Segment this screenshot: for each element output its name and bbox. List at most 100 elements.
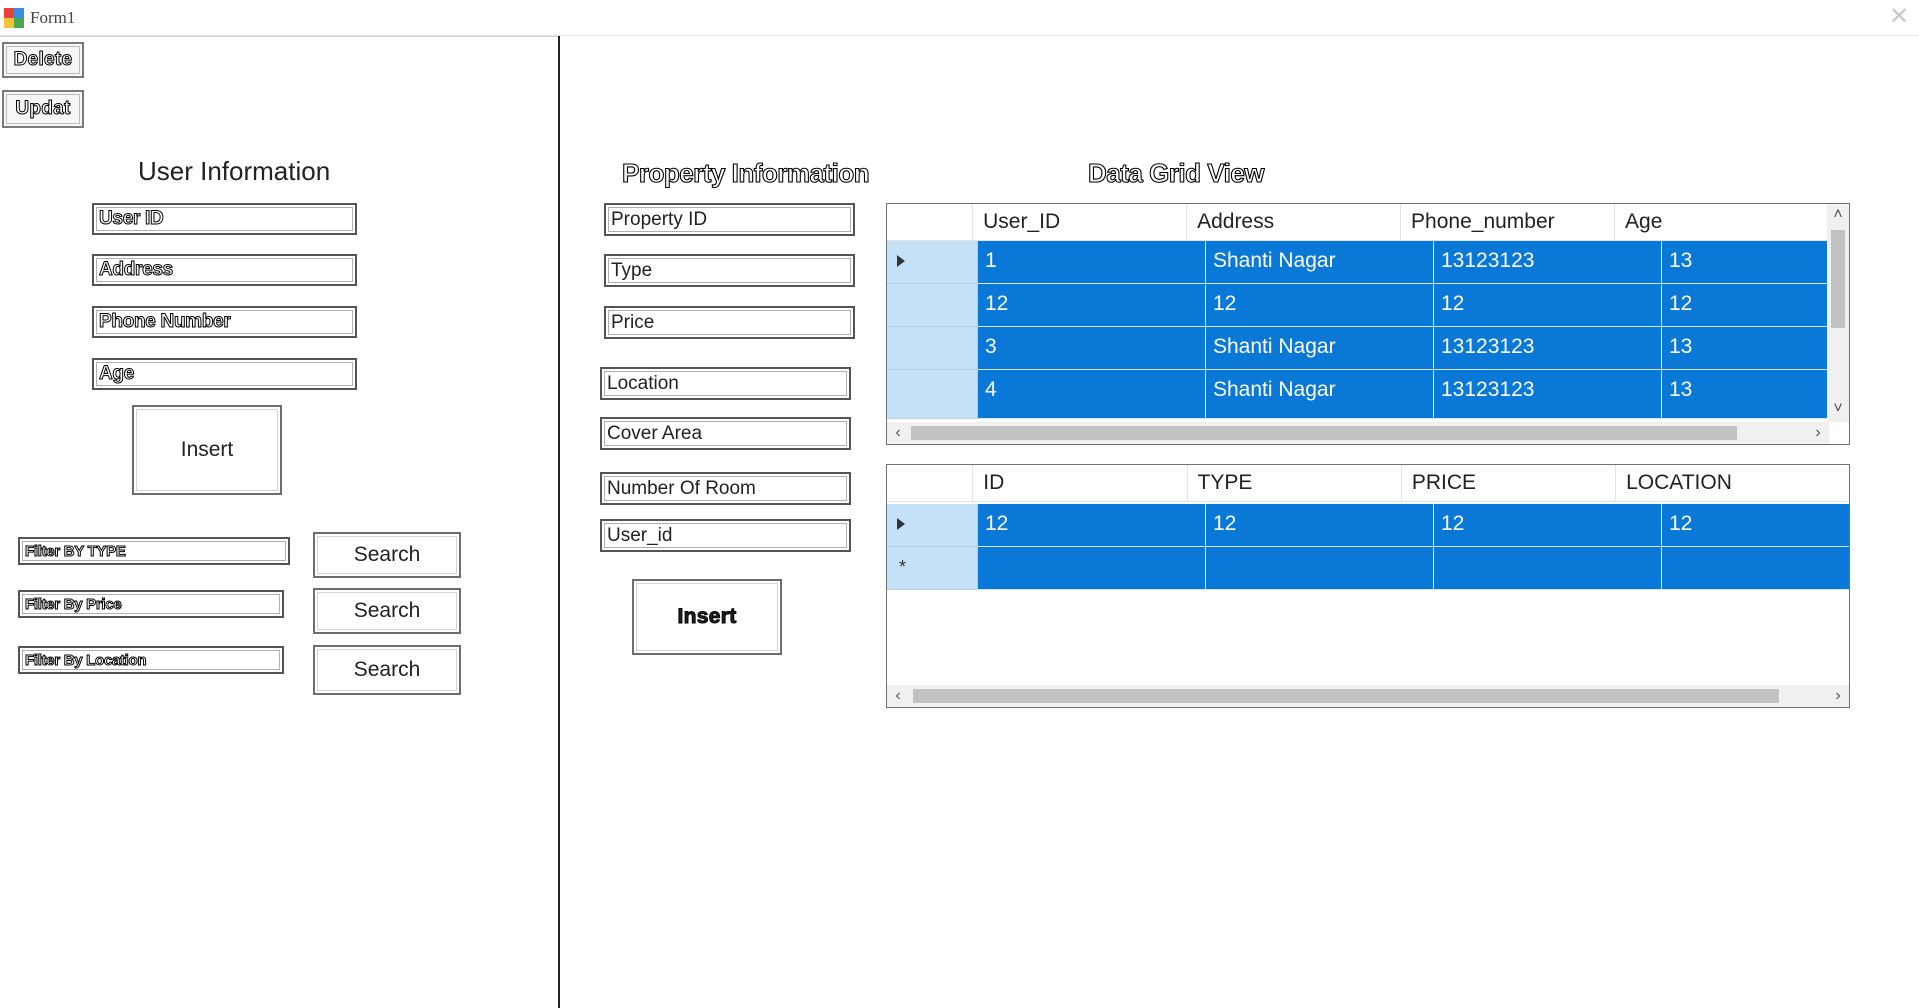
filter-type-field[interactable]: Filter BY TYPE — [18, 537, 290, 565]
scroll-left-icon[interactable]: ‹ — [887, 422, 909, 444]
address-field[interactable]: Address — [92, 254, 357, 286]
vertical-divider — [558, 36, 560, 1008]
scroll-left-icon[interactable]: ‹ — [887, 685, 909, 707]
table-cell[interactable]: 12 — [978, 284, 1206, 327]
table-row[interactable]: 1 Shanti Nagar 13123123 13 — [887, 241, 1849, 284]
table-cell[interactable]: 1 — [978, 241, 1206, 284]
table-cell[interactable] — [1662, 547, 1849, 590]
table-cell[interactable]: 13123123 — [1434, 370, 1662, 419]
column-header[interactable]: LOCATION — [1616, 465, 1849, 501]
column-header[interactable]: Phone_number — [1401, 204, 1616, 240]
age-field[interactable]: Age — [92, 358, 357, 390]
title-bar — [0, 0, 1919, 36]
user-info-heading: User Information — [138, 156, 331, 186]
row-header[interactable]: * — [887, 547, 978, 590]
table-cell[interactable]: 12 — [1206, 284, 1434, 327]
scroll-thumb[interactable] — [913, 689, 1779, 703]
table-cell[interactable] — [1434, 547, 1662, 590]
number-of-room-text: Number Of Room — [607, 477, 756, 499]
scroll-up-icon[interactable]: ˄ — [1827, 204, 1849, 226]
row-header[interactable] — [887, 241, 978, 284]
user-insert-button[interactable]: Insert — [132, 405, 282, 495]
user-id-field[interactable]: User ID — [92, 203, 357, 235]
scroll-right-icon[interactable]: › — [1827, 685, 1849, 707]
row-header[interactable] — [887, 504, 978, 547]
window-title: Form1 — [30, 8, 76, 27]
column-header[interactable]: PRICE — [1402, 465, 1617, 501]
scroll-thumb[interactable] — [1831, 230, 1845, 328]
column-header[interactable]: Age — [1615, 204, 1829, 240]
column-header[interactable]: Address — [1187, 204, 1402, 240]
new-row-icon: * — [899, 557, 907, 577]
filter-type-text: Filter BY TYPE — [25, 542, 127, 560]
users-grid-corner — [887, 204, 974, 240]
type-field[interactable]: Type — [604, 254, 855, 287]
table-cell[interactable]: 12 — [1662, 504, 1849, 547]
column-header[interactable]: User_ID — [973, 204, 1188, 240]
update-button[interactable]: Updat — [2, 90, 84, 128]
table-row[interactable]: 4 Shanti Nagar 13123123 13 — [887, 370, 1849, 419]
filter-price-field[interactable]: Filter By Price — [18, 590, 284, 618]
current-row-pointer-icon — [897, 518, 905, 530]
table-cell[interactable]: Shanti Nagar — [1206, 327, 1434, 370]
filter-location-field[interactable]: Filter By Location — [18, 646, 284, 674]
row-header[interactable] — [887, 284, 978, 327]
number-of-room-field[interactable]: Number Of Room — [600, 472, 851, 505]
age-text: Age — [99, 363, 135, 385]
property-grid-header: ID TYPE PRICE LOCATION — [887, 465, 1849, 502]
table-cell[interactable] — [978, 547, 1206, 590]
table-cell[interactable] — [1206, 547, 1434, 590]
table-cell[interactable]: 13 — [1662, 241, 1849, 284]
table-cell[interactable]: 4 — [978, 370, 1206, 419]
table-cell[interactable]: Shanti Nagar — [1206, 370, 1434, 419]
users-grid[interactable]: User_ID Address Phone_number Age 1 Shant… — [886, 203, 1850, 445]
delete-button[interactable]: Delete — [2, 42, 84, 78]
table-cell[interactable]: 13123123 — [1434, 327, 1662, 370]
property-insert-button[interactable]: Insert — [632, 579, 782, 655]
property-grid[interactable]: ID TYPE PRICE LOCATION 12 12 12 12 * ‹ › — [886, 464, 1850, 708]
property-grid-corner — [887, 465, 974, 501]
table-row[interactable]: 12 12 12 12 — [887, 284, 1849, 327]
table-cell[interactable]: 12 — [1434, 504, 1662, 547]
scroll-right-icon[interactable]: › — [1807, 422, 1829, 444]
table-cell[interactable]: 12 — [1662, 284, 1849, 327]
search-location-button[interactable]: Search — [313, 645, 461, 695]
user-id-fk-field[interactable]: User_id — [600, 519, 851, 552]
users-grid-horizontal-scrollbar[interactable]: ‹ › — [887, 422, 1829, 444]
column-header[interactable]: TYPE — [1188, 465, 1402, 501]
price-text: Price — [611, 311, 655, 333]
table-cell[interactable]: 13 — [1662, 327, 1849, 370]
price-field[interactable]: Price — [604, 306, 855, 339]
close-icon[interactable]: ✕ — [1884, 2, 1914, 32]
table-cell[interactable]: 12 — [1434, 284, 1662, 327]
app-icon — [4, 8, 24, 28]
row-header[interactable] — [887, 370, 978, 419]
table-cell[interactable]: 13123123 — [1434, 241, 1662, 284]
phone-number-text: Phone Number — [99, 311, 232, 333]
phone-number-field[interactable]: Phone Number — [92, 306, 357, 338]
search-price-button[interactable]: Search — [313, 588, 461, 634]
users-grid-vertical-scrollbar[interactable]: ˄ ˅ — [1827, 204, 1849, 422]
type-text: Type — [611, 259, 653, 281]
property-grid-horizontal-scrollbar[interactable]: ‹ › — [887, 685, 1849, 707]
address-text: Address — [99, 259, 174, 281]
search-type-button[interactable]: Search — [313, 532, 461, 578]
scroll-thumb[interactable] — [911, 426, 1737, 440]
table-cell[interactable]: Shanti Nagar — [1206, 241, 1434, 284]
new-row[interactable]: * — [887, 547, 1849, 590]
table-row[interactable]: 3 Shanti Nagar 13123123 13 — [887, 327, 1849, 370]
location-field[interactable]: Location — [600, 367, 851, 400]
table-cell[interactable]: 13 — [1662, 370, 1849, 419]
table-row[interactable]: 12 12 12 12 — [887, 504, 1849, 547]
user-id-fk-text: User_id — [607, 524, 673, 546]
property-id-field[interactable]: Property ID — [604, 203, 855, 236]
column-header[interactable]: ID — [973, 465, 1188, 501]
table-cell[interactable]: 3 — [978, 327, 1206, 370]
row-header[interactable] — [887, 327, 978, 370]
cover-area-field[interactable]: Cover Area — [600, 417, 851, 450]
table-cell[interactable]: 12 — [978, 504, 1206, 547]
cover-area-text: Cover Area — [607, 422, 703, 444]
table-cell[interactable]: 12 — [1206, 504, 1434, 547]
scroll-down-icon[interactable]: ˅ — [1827, 398, 1849, 420]
property-info-heading: Property Information — [621, 157, 870, 188]
